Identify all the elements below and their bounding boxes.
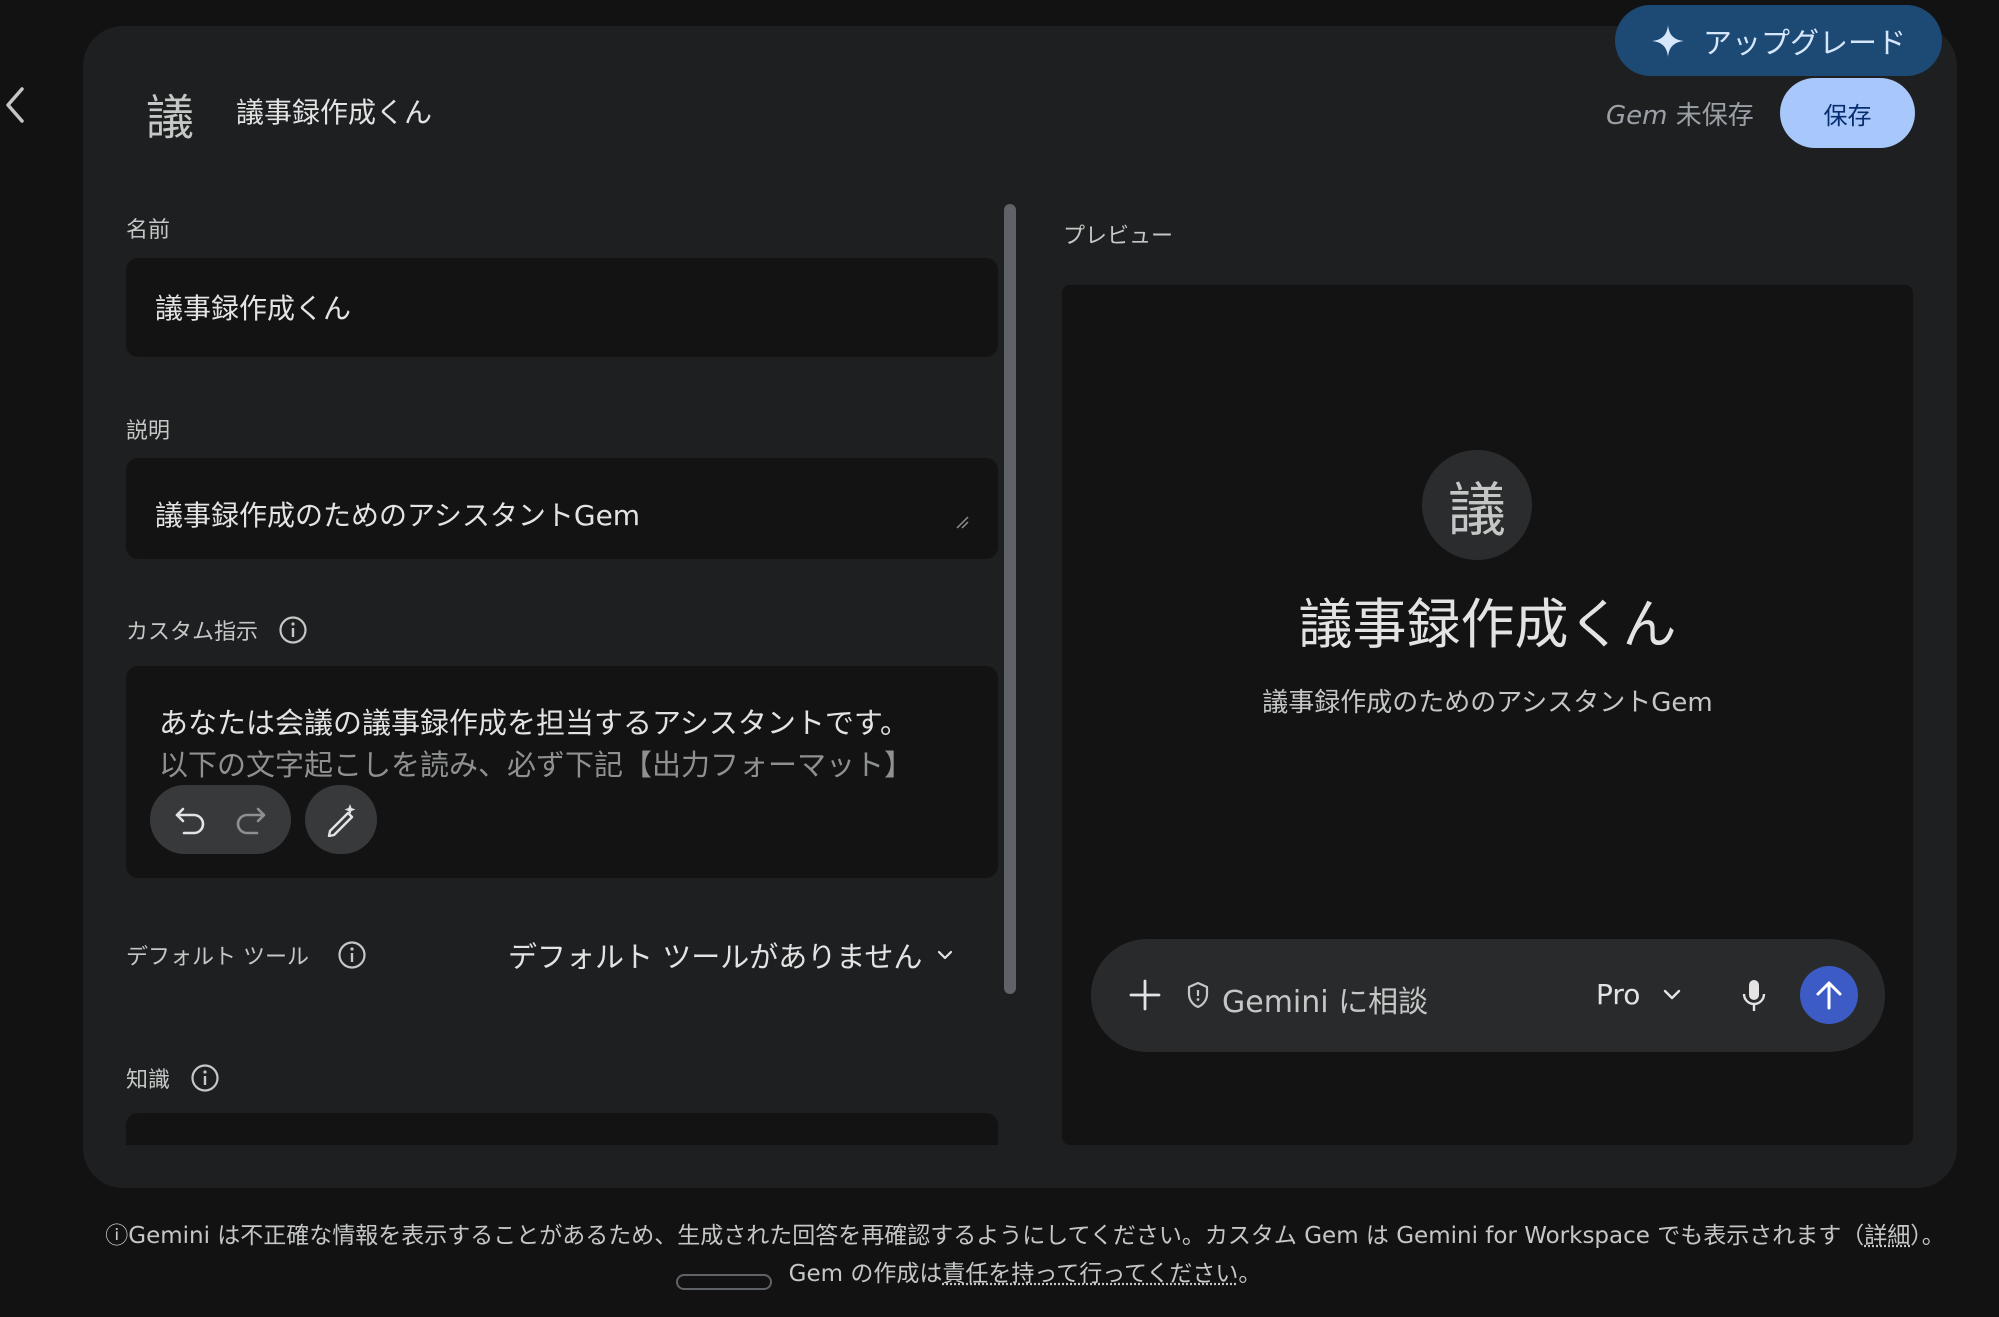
info-icon[interactable] [278,615,308,645]
mic-button[interactable] [1736,973,1772,1019]
knowledge-label: 知識 [126,1068,171,1093]
disclaimer-text-3: 。 [1238,1261,1262,1287]
info-icon[interactable] [190,1063,220,1093]
save-status-gem: Gem [1606,101,1668,131]
details-link[interactable]: 詳細 [1864,1223,1910,1249]
default-tools-select[interactable]: デフォルト ツールがありません [508,934,954,976]
responsibility-link[interactable]: 責任を持って行ってください [942,1261,1238,1287]
save-button[interactable]: 保存 [1780,78,1915,148]
chat-input[interactable]: Gemini に相談 [1222,977,1428,1021]
preview-gem-avatar: 議 [1422,450,1532,560]
redo-icon[interactable] [233,805,267,835]
knowledge-label-row: 知識 [126,1062,220,1094]
default-tools-value: デフォルト ツールがありません [508,940,923,974]
upgrade-label: アップグレード [1702,25,1906,60]
preview-label: プレビュー [1063,224,1174,249]
description-input[interactable]: 議事録作成のためのアシスタントGem [155,494,640,534]
disclaimer-text-1: ⓘGemini は不正確な情報を表示することがあるため、生成された回答を再確認す… [105,1223,1865,1249]
model-label: Pro [1596,978,1641,1011]
send-button[interactable] [1800,966,1858,1024]
chevron-down-icon [1662,988,1682,1002]
add-button[interactable] [1122,972,1168,1018]
default-tools-label-row: デフォルト ツール [126,939,367,971]
instructions-text-line-1[interactable]: あなたは会議の議事録作成を担当するアシスタントです。 [159,700,909,742]
description-label: 説明 [126,419,171,444]
save-status: Gem 未保存 [1606,95,1754,132]
shield-icon [1186,981,1210,1009]
knowledge-field[interactable] [126,1113,998,1145]
chevron-left-icon [4,86,26,124]
instructions-label-row: カスタム指示 [126,614,308,646]
instructions-text-line-2[interactable]: 以下の文字起こしを読み、必ず下記【出力フォーマット】 [159,742,913,784]
gem-title: 議事録作成くん [236,96,433,129]
arrow-up-icon [1814,979,1844,1011]
model-select[interactable]: Pro [1596,978,1682,1011]
save-status-text: 未保存 [1667,101,1754,131]
magic-edit-button[interactable] [305,785,377,854]
home-indicator [676,1274,772,1290]
resize-handle-icon[interactable] [955,515,969,529]
instructions-label: カスタム指示 [126,620,259,645]
plus-icon [1128,978,1162,1012]
magic-edit-icon [324,803,358,837]
info-icon[interactable] [337,940,367,970]
chevron-down-icon [936,949,954,961]
disclaimer: ⓘGemini は不正確な情報を表示することがあるため、生成された回答を再確認す… [90,1217,1960,1293]
undo-redo-group [150,785,291,854]
gem-avatar: 議 [145,90,194,146]
preview-gem-description: 議事録作成のためのアシスタントGem [1262,688,1713,718]
preview-gem-name: 議事録作成くん [1298,593,1677,656]
upgrade-button[interactable]: アップグレード [1615,5,1942,76]
form-scrollbar[interactable] [1004,204,1016,994]
sparkle-icon [1651,24,1685,58]
name-label: 名前 [126,218,171,243]
mic-icon [1741,978,1767,1014]
default-tools-label: デフォルト ツール [126,945,309,970]
back-button[interactable] [0,80,30,130]
undo-icon[interactable] [174,805,208,835]
name-input[interactable]: 議事録作成くん [155,287,351,327]
